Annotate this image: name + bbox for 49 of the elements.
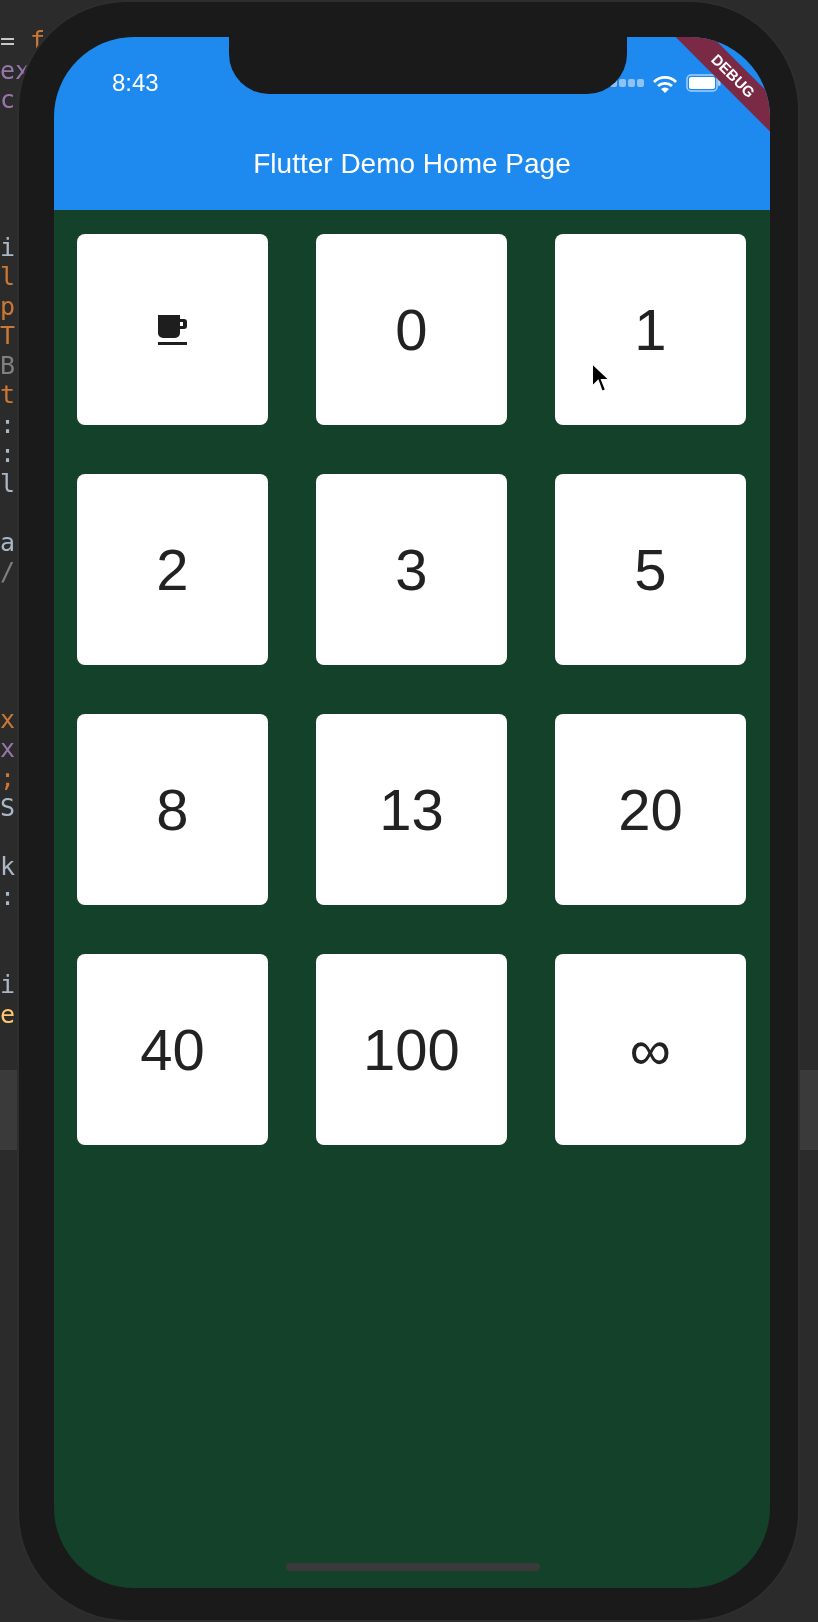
tile-label: 20 [618, 776, 683, 844]
code-text: : [0, 881, 16, 911]
code-text: / [0, 557, 16, 586]
code-text: c [0, 85, 16, 114]
wifi-icon [652, 73, 678, 93]
code-text: = [0, 26, 17, 55]
tile-card[interactable]: 3 [316, 474, 507, 665]
code-text: i [0, 232, 16, 262]
status-time: 8:43 [112, 68, 159, 98]
code-text: p [0, 291, 16, 321]
tile-label: 5 [634, 536, 667, 604]
code-text: i [0, 970, 16, 999]
code-text: x [0, 734, 16, 763]
tile-card[interactable]: ∞ [555, 954, 746, 1145]
tile-card[interactable]: 40 [77, 954, 268, 1145]
tile-card[interactable]: 13 [316, 714, 507, 905]
code-text: l [0, 468, 16, 498]
app-bar-title: Flutter Demo Home Page [252, 147, 572, 181]
code-text: T [0, 321, 16, 350]
tile-label: 3 [395, 536, 428, 604]
tile-label: 0 [395, 296, 428, 364]
tile-card[interactable]: 8 [77, 714, 268, 905]
coffee-cup-icon [155, 312, 190, 347]
tile-card[interactable]: 5 [555, 474, 746, 665]
code-text: : [0, 409, 16, 439]
tile-label: 100 [363, 1016, 460, 1084]
code-text: t [0, 380, 16, 409]
code-text: ; [0, 763, 16, 793]
tile-label: 8 [156, 776, 189, 844]
code-text: f [30, 26, 46, 55]
code-text: S [0, 793, 16, 822]
code-text: : [0, 439, 16, 468]
tile-label: 1 [634, 296, 667, 364]
tile-card[interactable]: 0 [316, 234, 507, 425]
tile-card[interactable] [77, 234, 268, 425]
code-text: k [0, 852, 16, 881]
tile-card[interactable]: 20 [555, 714, 746, 905]
tile-label: 40 [140, 1016, 205, 1084]
tile-label: ∞ [629, 1016, 672, 1084]
tile-card[interactable]: 1 [555, 234, 746, 425]
code-text: B [0, 350, 16, 380]
code-text: l [0, 262, 16, 291]
code-text: x [0, 704, 16, 734]
tile-label: 13 [379, 776, 444, 844]
tile-card[interactable]: 100 [316, 954, 507, 1145]
code-text: a [0, 527, 16, 557]
tile-card[interactable]: 2 [77, 474, 268, 665]
tile-label: 2 [156, 536, 189, 604]
code-text: e [0, 999, 16, 1029]
